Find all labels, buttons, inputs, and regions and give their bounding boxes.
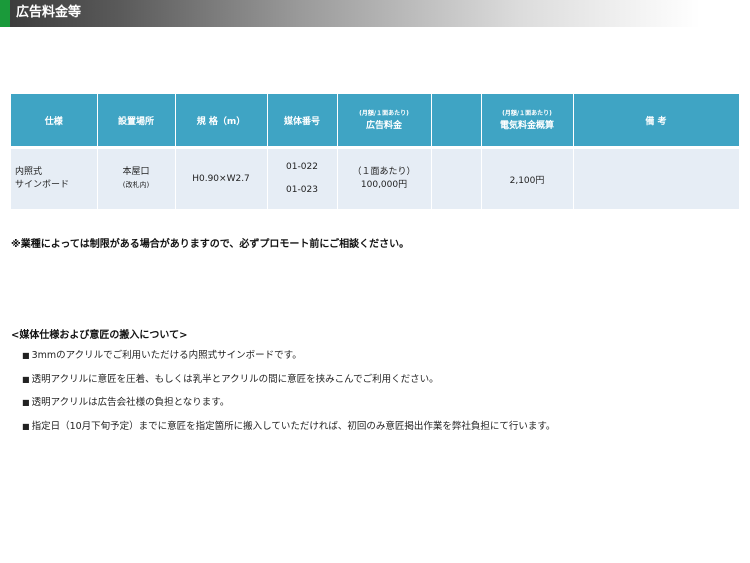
table-header-row: 仕様 設置場所 規 格（m） 媒体番号 (月額/１面あたり) 広告料金 (月額/… (11, 94, 740, 148)
header-accent (0, 0, 10, 27)
price-line2: 100,000円 (360, 180, 408, 190)
cell-media-no: 01-022 01-023 (267, 146, 338, 209)
cell-price: （１面あたり） 100,000円 (337, 146, 432, 209)
bullet-square-icon: ■ (22, 351, 30, 360)
col-header-remarks: 備 考 (573, 94, 740, 148)
restriction-note: ※業種によっては制限がある場合がありますので、必ずプロモート前にご相談ください。 (11, 239, 410, 250)
cell-size: H0.90×W2.7 (175, 146, 268, 209)
list-item: ■ 透明アクリルに意匠を圧着、もしくは乳半とアクリルの間に意匠を挟みこんでご利用く… (22, 373, 439, 385)
col-header-size: 規 格（m） (175, 94, 268, 148)
bullet-square-icon: ■ (22, 421, 30, 431)
col-header-media-no: 媒体番号 (267, 94, 338, 148)
bullet-square-icon: ■ (22, 398, 30, 407)
col-header-elec: (月額/１面あたり) 電気料金概算 (481, 94, 574, 148)
col-header-price-label: 広告料金 (365, 121, 402, 131)
header-bar (0, 0, 750, 27)
col-header-price: (月額/１面あたり) 広告料金 (337, 94, 432, 148)
bullet-square-icon: ■ (22, 374, 30, 384)
cell-elec: 2,100円 (481, 146, 574, 209)
rate-table: 仕様 設置場所 規 格（m） 媒体番号 (月額/１面あたり) 広告料金 (月額/… (11, 94, 740, 209)
col-header-price-sub: (月額/１面あたり) (359, 110, 409, 117)
location-line2: (改札内) (122, 181, 150, 189)
cell-location: 本屋口 (改札内) (97, 146, 176, 209)
col-header-elec-label: 電気料金概算 (499, 121, 554, 131)
list-item: ■ 指定日（10月下旬予定）までに意匠を指定箇所に搬入していただければ、初回のみ意… (22, 420, 556, 432)
cell-empty (431, 146, 482, 209)
section-title: <媒体仕様および意匠の搬入について> (11, 330, 188, 341)
price-line1: （１面あたり） (352, 167, 416, 177)
col-header-spec: 仕様 (11, 94, 98, 148)
media-no-1: 01-022 (286, 162, 318, 172)
media-no-2: 01-023 (286, 185, 318, 195)
page-title: 広告料金等 (16, 5, 82, 20)
list-item: ■ 透明アクリルは広告会社様の負担となります。 (22, 397, 230, 408)
col-header-location: 設置場所 (97, 94, 176, 148)
spec-line1: 内照式 (15, 167, 43, 177)
cell-spec: 内照式 サインボード (11, 146, 98, 209)
col-header-empty (431, 94, 482, 148)
list-item: ■ 3mmのアクリルでご利用いただける内照式サインボードです。 (22, 350, 302, 361)
table-row: 内照式 サインボード 本屋口 (改札内) H0.90×W2.7 01-022 0… (11, 146, 740, 209)
location-line1: 本屋口 (122, 167, 150, 177)
spec-bullet-list: ■ 3mmのアクリルでご利用いただける内照式サインボードです。 ■ 透明アクリルに意… (22, 350, 555, 444)
spec-line2: サインボード (15, 180, 70, 190)
col-header-elec-sub: (月額/１面あたり) (502, 110, 552, 117)
cell-remarks (573, 146, 740, 209)
